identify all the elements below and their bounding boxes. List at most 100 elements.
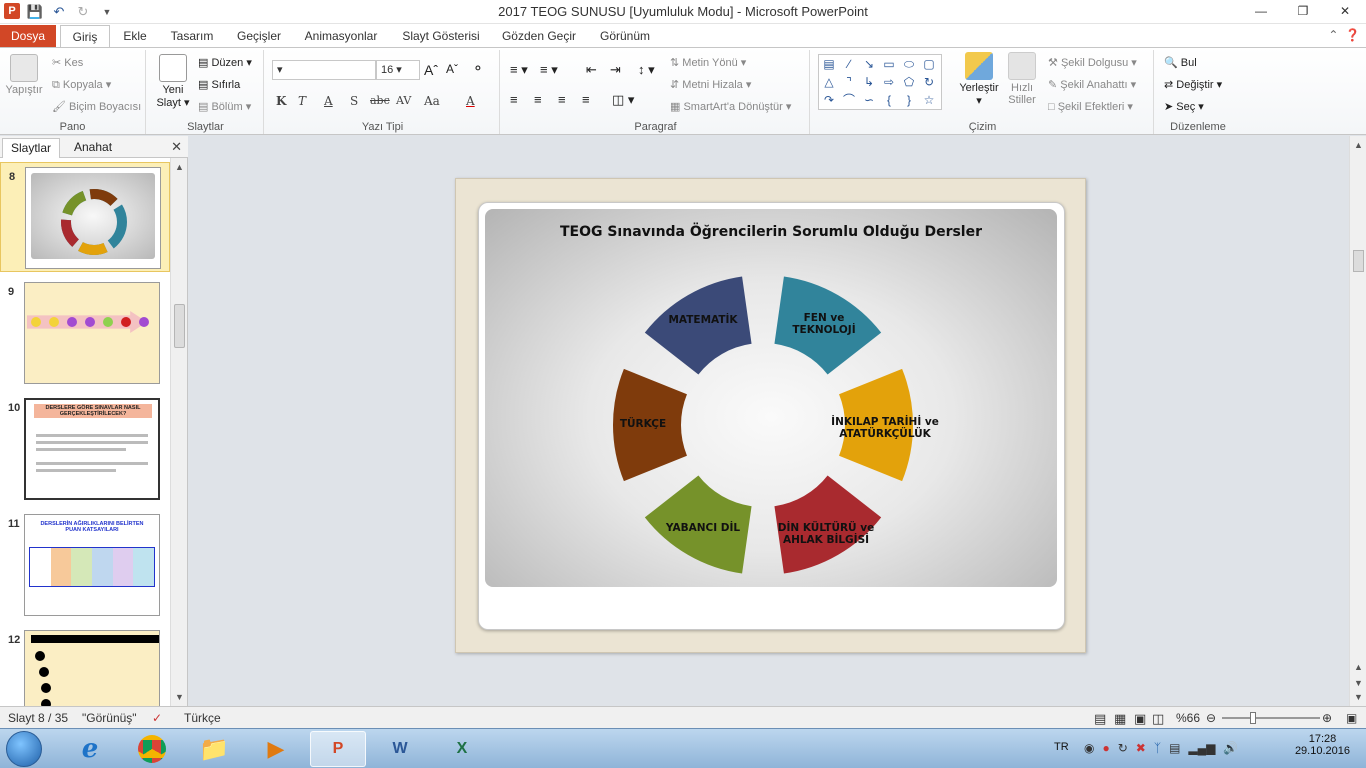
shrink-font-icon[interactable]: Aˇ <box>446 62 458 76</box>
printer-error-icon[interactable]: ✖ <box>1136 741 1146 755</box>
usb-device-icon[interactable]: ▤ <box>1169 741 1180 755</box>
thumbnail-slide-9[interactable]: 9 <box>0 278 170 388</box>
pentagon-shape-icon[interactable]: ⬠ <box>899 73 919 91</box>
tab-animations[interactable]: Animasyonlar <box>298 25 384 48</box>
arrow-line-shape-icon[interactable]: ↘ <box>859 55 879 73</box>
scroll-down-icon[interactable]: ▼ <box>175 692 184 702</box>
line-shape-icon[interactable]: ∕ <box>839 55 859 73</box>
arrange-button[interactable]: Yerleştir ▾ <box>956 52 1002 107</box>
find-button[interactable]: 🔍 Bul <box>1164 56 1197 69</box>
oval-shape-icon[interactable]: ⬭ <box>899 55 919 73</box>
bold-button[interactable]: K <box>276 94 286 108</box>
text-direction-button[interactable]: ⇅ Metin Yönü ▾ <box>670 56 746 69</box>
increase-indent-icon[interactable]: ⇥ <box>610 62 621 78</box>
bullets-icon[interactable]: ≡ ▾ <box>510 62 528 78</box>
shadow-button[interactable]: S <box>350 94 358 108</box>
file-explorer-icon[interactable]: 📁 <box>186 731 242 767</box>
language-indicator[interactable]: Türkçe <box>184 711 221 725</box>
zoom-in-icon[interactable]: ⊕ <box>1322 711 1332 725</box>
normal-view-icon[interactable]: ▤ <box>1094 711 1106 727</box>
right-arrow-shape-icon[interactable]: ⇨ <box>879 73 899 91</box>
thumbnail-slide-11[interactable]: 11 DERSLERİN AĞIRLIKLARINI BELİRTEN PUAN… <box>0 510 170 620</box>
close-icon[interactable]: ✕ <box>1324 0 1366 22</box>
close-panel-icon[interactable]: ✕ <box>171 139 182 155</box>
panel-scroll-thumb[interactable] <box>174 304 185 348</box>
thumbnail-slide-10[interactable]: 10 DERSLERE GÖRE SINAVLAR NASIL GERÇEKLE… <box>0 394 170 504</box>
align-text-button[interactable]: ⇵ Metni Hizala ▾ <box>670 78 751 91</box>
editor-scrollbar[interactable]: ▲ ▲ ▼ ▼ <box>1349 136 1366 706</box>
textbox-shape-icon[interactable]: ▤ <box>819 55 839 73</box>
minimize-icon[interactable]: — <box>1240 0 1282 22</box>
replace-button[interactable]: ⇄ Değiştir ▾ <box>1164 78 1222 91</box>
change-case-button[interactable]: Aa <box>424 94 440 108</box>
next-slide-icon[interactable]: ▼ <box>1354 678 1363 688</box>
strikethrough-button[interactable]: abc <box>370 94 390 107</box>
shape-outline-button[interactable]: ✎ Şekil Anahattı ▾ <box>1048 78 1136 91</box>
reading-view-icon[interactable]: ▣ <box>1134 711 1146 727</box>
shape-effects-button[interactable]: □ Şekil Efektleri ▾ <box>1048 100 1133 113</box>
tab-file[interactable]: Dosya <box>0 25 56 48</box>
font-size-input[interactable]: 16 ▾ <box>376 60 420 80</box>
cut-button[interactable]: ✂ Kes <box>52 56 83 69</box>
format-painter-button[interactable]: 🖌 Biçim Boyacısı <box>52 100 141 113</box>
rectangle-shape-icon[interactable]: ▭ <box>879 55 899 73</box>
slide-sorter-icon[interactable]: ▦ <box>1114 711 1126 727</box>
underline-button[interactable]: A <box>324 94 333 108</box>
signal-strength-icon[interactable]: ▂▄▆ <box>1188 741 1215 755</box>
font-family-input[interactable]: ▾ <box>272 60 376 80</box>
freeform-shape-icon[interactable]: ↻ <box>919 73 939 91</box>
input-language[interactable]: TR <box>1054 741 1069 753</box>
theme-name[interactable]: "Görünüş" <box>82 711 137 725</box>
media-player-icon[interactable]: ▶ <box>248 731 304 767</box>
tab-outline-panel[interactable]: Anahat <box>66 138 120 158</box>
panel-scrollbar[interactable]: ▲ ▼ <box>170 158 187 706</box>
arc-shape-icon[interactable]: ⌒ <box>839 91 859 109</box>
fit-to-window-icon[interactable]: ▣ <box>1346 711 1357 725</box>
curve-arrow-shape-icon[interactable]: ↷ <box>819 91 839 109</box>
slideshow-view-icon[interactable]: ◫ <box>1152 711 1164 727</box>
tab-review[interactable]: Gözden Geçir <box>496 25 582 48</box>
zoom-level[interactable]: %66 <box>1176 711 1200 725</box>
editor-scroll-up-icon[interactable]: ▲ <box>1354 140 1363 150</box>
convert-smartart-button[interactable]: ▦ SmartArt'a Dönüştür ▾ <box>670 100 791 113</box>
chrome-icon[interactable] <box>124 731 180 767</box>
zoom-slider-knob[interactable] <box>1250 712 1256 724</box>
new-slide-button[interactable]: Yeni Slayt ▾ <box>152 54 194 109</box>
tab-view[interactable]: Görünüm <box>590 25 660 48</box>
align-right-icon[interactable]: ≡ <box>558 92 566 107</box>
font-color-button[interactable]: A <box>466 94 475 108</box>
layout-button[interactable]: ▤ Düzen ▾ <box>198 56 252 69</box>
internet-explorer-icon[interactable]: e <box>62 731 118 767</box>
help-icon[interactable]: ❓ <box>1345 28 1360 42</box>
tab-design[interactable]: Tasarım <box>164 25 220 48</box>
sync-icon[interactable]: ↻ <box>1118 741 1128 755</box>
tab-transitions[interactable]: Geçişler <box>228 25 290 48</box>
shape-fill-button[interactable]: ⚒ Şekil Dolgusu ▾ <box>1048 56 1137 69</box>
select-button[interactable]: ➤ Seç ▾ <box>1164 100 1204 113</box>
line-spacing-icon[interactable]: ↕ ▾ <box>638 62 655 78</box>
editor-scroll-down-icon[interactable]: ▼ <box>1354 692 1363 702</box>
reset-button[interactable]: ▤ Sıfırla <box>198 78 240 91</box>
clear-formatting-icon[interactable]: ⚬ <box>472 60 484 77</box>
copy-button[interactable]: ⧉ Kopyala ▾ <box>52 78 111 92</box>
italic-button[interactable]: T <box>298 94 306 108</box>
align-center-icon[interactable]: ≡ <box>534 92 542 107</box>
star-shape-icon[interactable]: ☆ <box>919 91 939 109</box>
clock[interactable]: 17:28 29.10.2016 <box>1295 733 1350 757</box>
zoom-out-icon[interactable]: ⊖ <box>1206 711 1216 725</box>
minimize-ribbon-icon[interactable]: ⌃ <box>1328 28 1338 42</box>
decrease-indent-icon[interactable]: ⇤ <box>586 62 597 78</box>
word-taskbar-icon[interactable]: W <box>372 731 428 767</box>
zoom-slider[interactable] <box>1222 717 1320 719</box>
elbow-arrow-shape-icon[interactable]: ↳ <box>859 73 879 91</box>
tab-insert[interactable]: Ekle <box>114 25 156 48</box>
slide-title[interactable]: TEOG Sınavında Öğrencilerin Sorumlu Oldu… <box>485 224 1057 240</box>
editor-scroll-thumb[interactable] <box>1353 250 1364 272</box>
bluetooth-icon[interactable]: ᛉ <box>1154 741 1161 755</box>
right-brace-shape-icon[interactable]: } <box>899 91 919 109</box>
volume-icon[interactable]: 🔊 <box>1223 741 1238 755</box>
spellcheck-icon[interactable]: ✓ <box>152 711 162 725</box>
paste-button[interactable]: Yapıştır <box>4 54 44 96</box>
justify-icon[interactable]: ≡ <box>582 92 590 107</box>
tab-slide-show[interactable]: Slayt Gösterisi <box>394 25 488 48</box>
